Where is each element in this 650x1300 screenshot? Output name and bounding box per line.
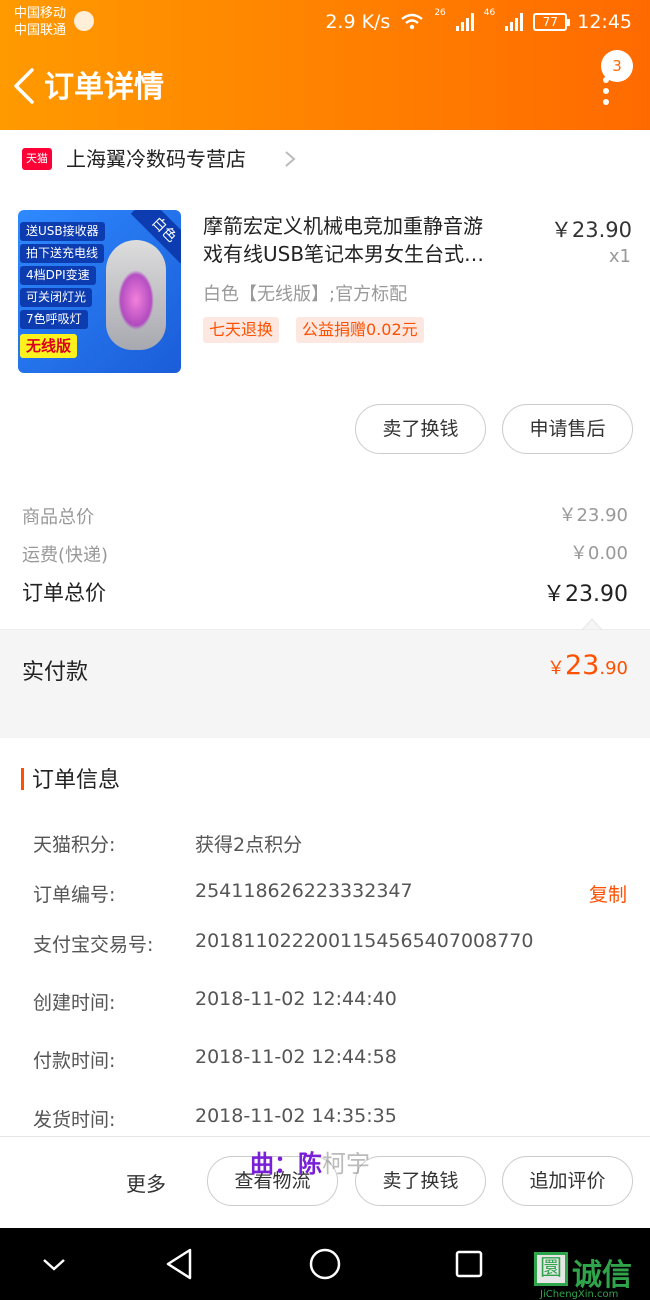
wifi-icon [401, 13, 424, 30]
image-tag: 4档DPI变速 [20, 266, 96, 285]
image-tag: 7色呼吸灯 [20, 310, 88, 329]
info-value-paid-time: 2018-11-02 12:44:58 [195, 1046, 397, 1068]
back-triangle-icon[interactable] [160, 1244, 200, 1284]
info-value-created-time: 2018-11-02 12:44:40 [195, 988, 397, 1010]
info-value-points: 获得2点积分 [195, 834, 303, 856]
info-key-created-time: 创建时间: [33, 992, 116, 1014]
info-value-shipped-time: 2018-11-02 14:35:35 [195, 1105, 397, 1127]
hd-call-icon [74, 11, 94, 31]
carrier-names: 中国移动 中国联通 [14, 5, 66, 39]
order-info-title: 订单信息 [32, 768, 121, 793]
chevron-right-icon [285, 151, 296, 167]
store-name[interactable]: 上海翼冷数码专营店 [66, 144, 246, 174]
recent-apps-icon[interactable] [449, 1244, 489, 1284]
network-type-2: 46 [483, 8, 496, 18]
goods-total-label: 商品总价 [22, 507, 94, 528]
status-bar: 中国移动 中国联通 2.9 K/s 26 46 77 12:45 [0, 0, 650, 44]
caret-up-icon [582, 618, 602, 630]
site-logo-icon: 圜 [534, 1252, 568, 1286]
page-title: 订单详情 [44, 70, 164, 105]
order-item-card: 天猫 上海翼冷数码专营店 送USB接收器 拍下送充电线 4档DPI变速 可关闭灯… [0, 130, 650, 715]
info-key-points: 天猫积分: [33, 834, 116, 856]
info-value-alipay-number: 2018110222001154565407008770 [195, 930, 534, 952]
paid-integer: 23 [565, 650, 600, 681]
battery-level: 77 [542, 15, 558, 29]
copy-order-number-button[interactable]: 复制 [589, 880, 627, 907]
info-key-order-number: 订单编号: [33, 884, 116, 906]
store-row[interactable]: 天猫 上海翼冷数码专营店 [0, 130, 650, 188]
home-circle-icon[interactable] [305, 1244, 345, 1284]
product-quantity: x1 [608, 246, 631, 267]
product-title-line: 摩箭宏定义机械电竞加重静音游 [203, 214, 483, 238]
paid-decimal: .90 [599, 658, 628, 679]
order-total-label: 订单总价 [22, 581, 106, 605]
service-tag-charity: 公益捐赠0.02元 [296, 317, 424, 343]
signal-icon [505, 13, 524, 31]
info-key-paid-time: 付款时间: [33, 1050, 116, 1072]
network-speed: 2.9 K/s [325, 11, 391, 33]
collapse-nav-icon[interactable] [34, 1244, 74, 1284]
paid-label: 实付款 [22, 660, 89, 685]
product-title[interactable]: 摩箭宏定义机械电竞加重静音游 戏有线USB笔记本男女生台式… [203, 212, 533, 268]
more-actions-button[interactable]: 更多 [126, 1168, 166, 1197]
mouse-glow [118, 270, 154, 330]
section-accent-bar [21, 768, 24, 790]
info-value-order-number: 254118626223332347 [195, 880, 413, 902]
site-logo-url: JiChengXin.com [540, 1289, 619, 1300]
image-tag: 可关闭灯光 [20, 288, 93, 307]
network-type-1: 26 [434, 8, 446, 18]
product-title-line: 戏有线USB笔记本男女生台式… [203, 242, 485, 266]
carrier-2: 中国联通 [14, 23, 67, 38]
signal-icon [455, 13, 474, 31]
app-header: 中国移动 中国联通 2.9 K/s 26 46 77 12:45 订单详情 3 [0, 0, 650, 130]
watermark-strong: 曲：陈 [250, 1150, 322, 1178]
product-sku: 白色【无线版】;官方标配 [203, 284, 408, 305]
tmall-logo-icon: 天猫 [22, 148, 52, 170]
image-tag: 拍下送充电线 [20, 244, 105, 263]
order-total-value: ￥23.90 [543, 582, 628, 607]
status-indicators: 2.9 K/s 26 46 77 12:45 [325, 8, 632, 36]
request-after-sale-button[interactable]: 申请售后 [502, 404, 633, 454]
product-image[interactable]: 送USB接收器 拍下送充电线 4档DPI变速 可关闭灯光 7色呼吸灯 无线版 白… [18, 210, 181, 373]
shipping-label: 运费(快递) [22, 545, 109, 566]
message-count-badge[interactable]: 3 [601, 50, 633, 82]
image-tag: 送USB接收器 [20, 222, 105, 241]
paid-currency: ￥ [547, 658, 565, 679]
product-price: ￥23.90 [550, 218, 632, 242]
site-logo-text: 诚信 [572, 1258, 632, 1293]
service-tag-return: 七天退换 [203, 317, 280, 343]
sell-for-cash-button[interactable]: 卖了换钱 [355, 404, 486, 454]
overlay-watermark: 曲：陈柯宇 [250, 1144, 370, 1179]
image-highlight-tag: 无线版 [20, 334, 78, 358]
back-arrow-icon[interactable] [10, 66, 40, 106]
clock: 12:45 [577, 11, 632, 33]
paid-value: ￥23.90 [547, 650, 628, 681]
add-review-button[interactable]: 追加评价 [502, 1156, 633, 1206]
shipping-value: ￥0.00 [569, 543, 628, 564]
carrier-1: 中国移动 [14, 6, 67, 21]
goods-total-value: ￥23.90 [558, 505, 628, 526]
sell-for-cash-bottom-button[interactable]: 卖了换钱 [355, 1156, 486, 1206]
battery-icon: 77 [533, 13, 571, 31]
info-key-shipped-time: 发货时间: [33, 1109, 116, 1131]
site-logo-glyph: 圜 [539, 1256, 562, 1281]
info-key-alipay-number: 支付宝交易号: [33, 934, 154, 956]
watermark-faint: 柯宇 [322, 1150, 370, 1178]
